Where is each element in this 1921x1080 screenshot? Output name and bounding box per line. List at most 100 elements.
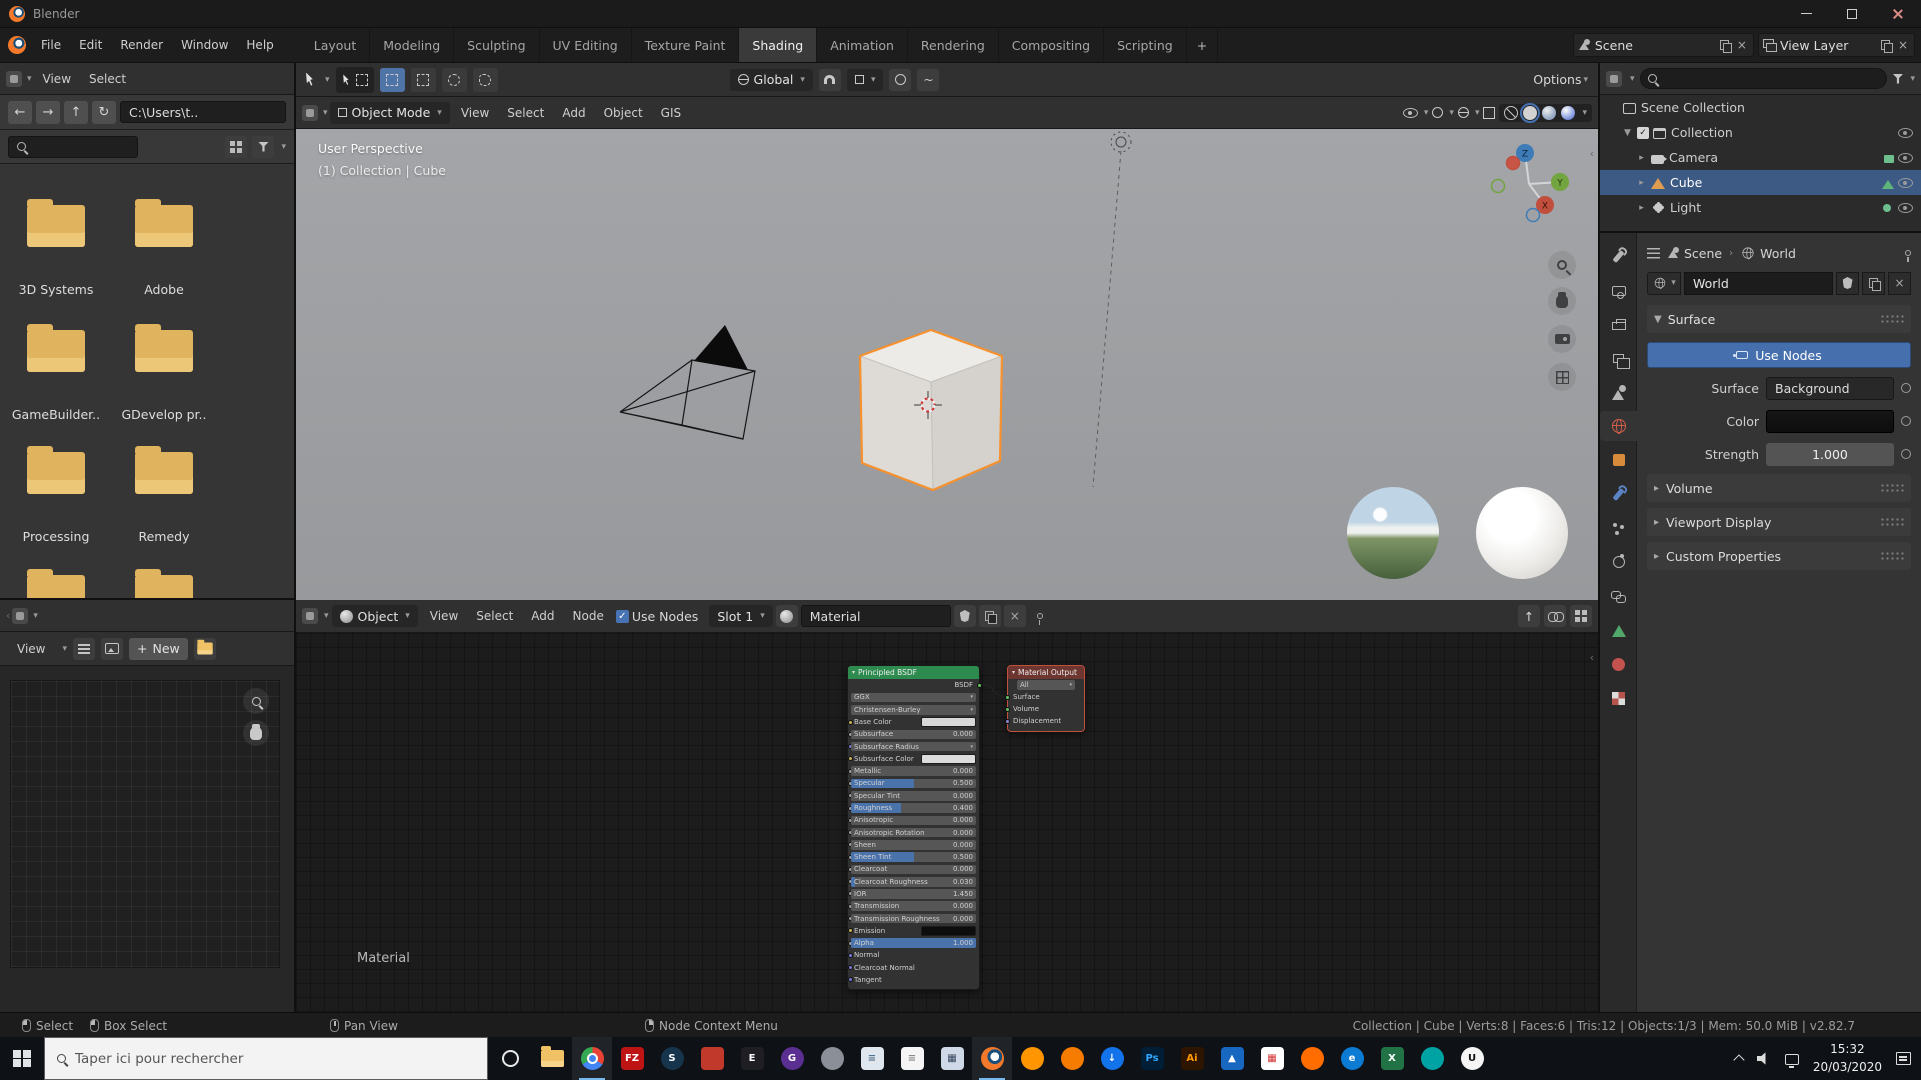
proportional-falloff-dropdown[interactable]: ~: [917, 69, 939, 91]
editor-type-icon[interactable]: [1606, 71, 1622, 87]
minimize-button[interactable]: [1783, 0, 1829, 27]
visibility-dropdown-icon[interactable]: [1403, 108, 1418, 118]
taskbar-app-app-red[interactable]: [692, 1037, 732, 1080]
filter-button[interactable]: [252, 136, 274, 158]
solid-shading-button[interactable]: [1523, 106, 1537, 120]
folder-item[interactable]: 3D Systems: [27, 205, 85, 247]
menu-edit[interactable]: Edit: [70, 38, 111, 52]
node-input-ggx[interactable]: GGX▾: [851, 692, 976, 704]
pan-view-button[interactable]: [1548, 287, 1576, 315]
image-editor-canvas[interactable]: [0, 666, 294, 1012]
node-input-specular[interactable]: Specular0.500: [851, 778, 976, 790]
clock[interactable]: 15:32 20/03/2020: [1813, 1041, 1882, 1076]
editor-type-icon[interactable]: [302, 105, 318, 121]
taskbar-app-photoshop[interactable]: Ps: [1132, 1037, 1172, 1080]
navigation-gizmo[interactable]: Z Y X: [1482, 137, 1574, 229]
folder-item[interactable]: [27, 575, 85, 598]
node-input-alpha[interactable]: Alpha1.000: [851, 937, 976, 949]
add-workspace-tab[interactable]: +: [1187, 28, 1218, 62]
node-input-transmission-roughness[interactable]: Transmission Roughness0.000: [851, 913, 976, 925]
node-input-subsurface[interactable]: Subsurface0.000: [851, 729, 976, 741]
taskbar-app-blender[interactable]: [972, 1037, 1012, 1080]
transform-orientation-dropdown[interactable]: Global ▾: [730, 69, 813, 91]
scene-selector[interactable]: Scene ×: [1573, 33, 1754, 57]
folder-item[interactable]: GameBuilder..: [27, 330, 85, 372]
outliner-item-cube[interactable]: ▸Cube: [1600, 170, 1921, 195]
collection-checkbox[interactable]: ✓: [1637, 127, 1649, 139]
back-button[interactable]: ←: [8, 101, 32, 124]
camera-object[interactable]: [620, 360, 755, 439]
menu-file[interactable]: File: [32, 38, 70, 52]
neg-z-axis-ball[interactable]: [1527, 209, 1540, 222]
bsdf-socket-icon[interactable]: [977, 683, 982, 688]
visibility-eye-icon[interactable]: [1898, 178, 1913, 188]
material-output-node[interactable]: ▾ Material Output All▾ SurfaceVolumeDisp…: [1007, 665, 1085, 732]
taskbar-app-epic-games[interactable]: E: [732, 1037, 772, 1080]
output-input-surface[interactable]: Surface: [1008, 691, 1084, 703]
taskbar-app-app-teal[interactable]: [1412, 1037, 1452, 1080]
expander-icon[interactable]: ▼: [1622, 128, 1633, 138]
folder-item[interactable]: Processing: [27, 452, 85, 494]
snap-toggle[interactable]: [819, 69, 841, 91]
taskbar-app-chrome[interactable]: [572, 1037, 612, 1080]
visibility-eye-icon[interactable]: [1898, 153, 1913, 163]
node-input-sheen[interactable]: Sheen0.000: [851, 839, 976, 851]
outliner-item-camera[interactable]: ▸Camera: [1600, 145, 1921, 170]
search-input[interactable]: [75, 1051, 475, 1067]
drag-grip-icon[interactable]: [1880, 483, 1904, 493]
node-input-roughness[interactable]: Roughness0.400: [851, 802, 976, 814]
active-tool-icon[interactable]: [306, 73, 317, 87]
new-view-layer-icon[interactable]: [1881, 40, 1891, 51]
node-header[interactable]: ▾ Principled BSDF: [848, 666, 979, 679]
neg-y-axis-ball[interactable]: [1492, 180, 1505, 193]
taskbar-app-calculator[interactable]: ▦: [932, 1037, 972, 1080]
shader-type-dropdown[interactable]: Object ▾: [332, 605, 418, 627]
taskbar-app-app-orange[interactable]: [1052, 1037, 1092, 1080]
expander-icon[interactable]: ▸: [1636, 153, 1647, 163]
browse-image-button[interactable]: [101, 638, 123, 660]
properties-tab-particles[interactable]: [1600, 513, 1637, 543]
node-input-anisotropic[interactable]: Anisotropic0.000: [851, 815, 976, 827]
properties-tab-output[interactable]: [1600, 309, 1637, 339]
shader-menu-view[interactable]: View: [421, 609, 467, 623]
node-input-clearcoat-normal[interactable]: Clearcoat Normal: [851, 962, 976, 974]
properties-tab-tool[interactable]: [1600, 241, 1637, 271]
menu-window[interactable]: Window: [172, 38, 237, 52]
drag-grip-icon[interactable]: [1880, 551, 1904, 561]
properties-tab-render[interactable]: [1600, 275, 1637, 305]
target-row[interactable]: All▾: [1008, 679, 1084, 691]
workspace-tab-layout[interactable]: Layout: [301, 28, 371, 62]
search-input[interactable]: [8, 136, 138, 158]
collapse-icon[interactable]: ▾: [852, 669, 855, 676]
remove-view-layer-icon[interactable]: ×: [1896, 39, 1910, 51]
open-image-button[interactable]: [194, 638, 216, 660]
node-input-base-color[interactable]: Base Color: [851, 716, 976, 728]
use-nodes-button[interactable]: Use Nodes: [1647, 342, 1911, 368]
zoom-view-button[interactable]: [1548, 251, 1576, 279]
wireframe-shading-button[interactable]: [1504, 106, 1518, 120]
node-input-clearcoat[interactable]: Clearcoat0.000: [851, 864, 976, 876]
strength-field[interactable]: 1.000: [1766, 443, 1894, 466]
viewport-menu-object[interactable]: Object: [595, 106, 652, 120]
new-image-button[interactable]: +New: [129, 638, 188, 660]
node-input-emission[interactable]: Emission: [851, 925, 976, 937]
workspace-tab-rendering[interactable]: Rendering: [908, 28, 999, 62]
properties-tab-view-layer[interactable]: [1600, 343, 1637, 373]
taskbar-app-firefox[interactable]: [1012, 1037, 1052, 1080]
taskbar-app-unreal[interactable]: U: [1452, 1037, 1492, 1080]
taskbar-app-app-checker[interactable]: ▦: [1252, 1037, 1292, 1080]
shader-node-canvas[interactable]: ▾ Principled BSDF BSDF GGX▾Christensen-B…: [296, 633, 1598, 1012]
select-box-tool-button[interactable]: [336, 67, 374, 93]
select-mode-tweak[interactable]: [380, 68, 405, 92]
file-menu-select[interactable]: Select: [80, 72, 135, 86]
select-mode-lasso[interactable]: [473, 68, 498, 92]
start-button[interactable]: [0, 1037, 44, 1080]
workspace-tab-uv-editing[interactable]: UV Editing: [540, 28, 632, 62]
mode-dropdown[interactable]: Object Mode ▾: [330, 102, 450, 124]
options-dropdown[interactable]: Options▾: [1533, 72, 1588, 87]
filter-icon[interactable]: [1892, 74, 1903, 84]
folder-item[interactable]: [135, 575, 193, 598]
workspace-tab-scripting[interactable]: Scripting: [1104, 28, 1187, 62]
overlay-options-button[interactable]: [1570, 605, 1592, 627]
outliner-item-collection[interactable]: ▼✓Collection: [1600, 120, 1921, 145]
